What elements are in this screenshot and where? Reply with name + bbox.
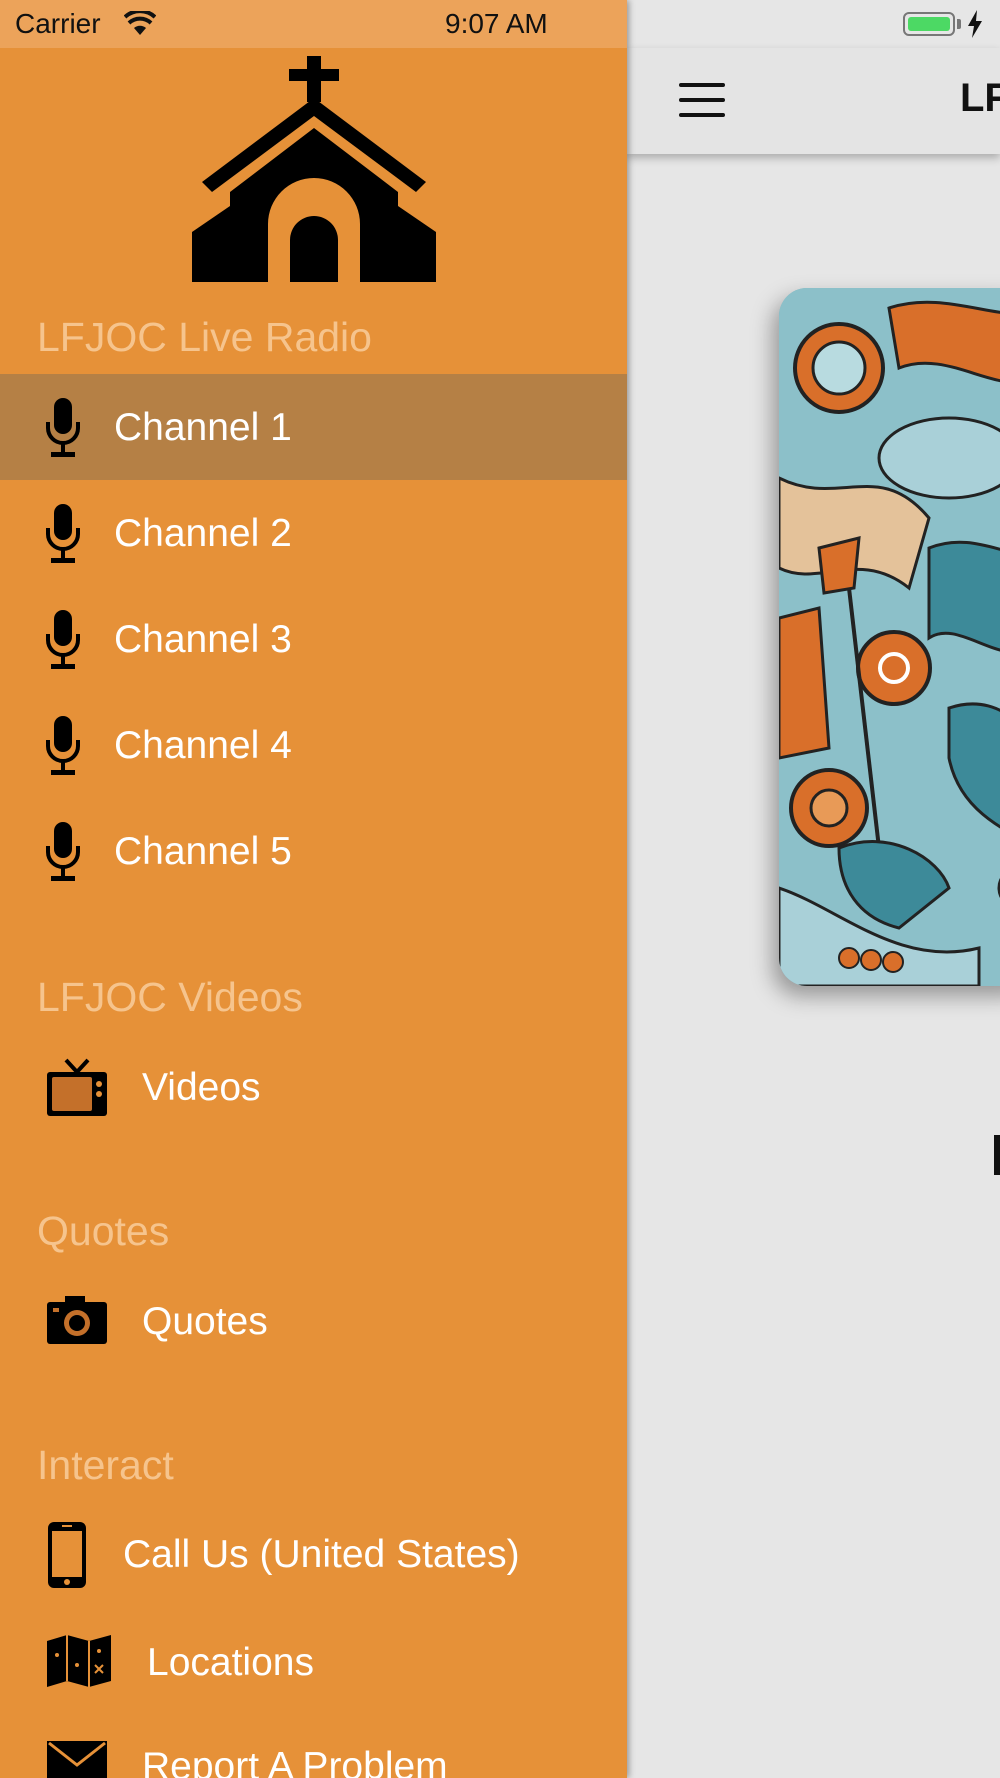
menu-item-label: Locations	[147, 1641, 314, 1684]
artwork-image	[779, 288, 1000, 986]
menu-item-label: Call Us (United States)	[123, 1533, 520, 1576]
menu-item-label: Channel 2	[114, 512, 292, 555]
section-header-videos: LFJOC Videos	[37, 974, 303, 1020]
battery-icon	[903, 12, 955, 36]
menu-item-label: Quotes	[142, 1300, 268, 1343]
menu-item-label: Channel 4	[114, 724, 292, 767]
menu-item-channel-4[interactable]: Channel 4	[0, 692, 627, 798]
menu-item-channel-3[interactable]: Channel 3	[0, 586, 627, 692]
menu-item-label: Report A Problem	[142, 1745, 448, 1778]
church-logo-icon	[192, 56, 436, 282]
tv-icon	[47, 1058, 107, 1116]
section-header-live-radio: LFJOC Live Radio	[37, 314, 372, 360]
navigation-bar: LF	[627, 48, 1000, 154]
mail-icon	[47, 1741, 107, 1778]
menu-item-channel-2[interactable]: Channel 2	[0, 480, 627, 586]
main-content: LF	[627, 0, 1000, 1778]
phone-icon	[48, 1522, 86, 1588]
microphone-icon	[46, 398, 80, 457]
menu-item-report-problem[interactable]: Report A Problem	[0, 1715, 627, 1778]
side-drawer: Carrier 9:07 AM LFJOC Live Radio Channel…	[0, 0, 627, 1778]
menu-item-locations[interactable]: Locations	[0, 1609, 627, 1715]
menu-item-videos[interactable]: Videos	[0, 1036, 627, 1142]
menu-item-quotes[interactable]: Quotes	[0, 1270, 627, 1376]
microphone-icon	[46, 610, 80, 669]
camera-icon	[47, 1296, 107, 1344]
nav-title: LF	[960, 76, 1000, 120]
battery-tip	[957, 19, 961, 29]
menu-item-channel-1[interactable]: Channel 1	[0, 374, 627, 480]
map-icon	[47, 1635, 111, 1687]
status-time: 9:07 AM	[445, 8, 548, 39]
menu-item-label: Channel 1	[114, 406, 292, 449]
microphone-icon	[46, 716, 80, 775]
carrier-label: Carrier	[15, 8, 101, 39]
menu-item-label: Channel 5	[114, 830, 292, 873]
section-header-quotes: Quotes	[37, 1208, 170, 1254]
microphone-icon	[46, 822, 80, 881]
menu-item-call-us[interactable]: Call Us (United States)	[0, 1503, 627, 1609]
microphone-icon	[46, 504, 80, 563]
main-text-fragment	[994, 1135, 1000, 1175]
main-status-bar	[627, 0, 1000, 48]
charging-bolt-icon	[968, 10, 982, 38]
wifi-icon	[124, 11, 156, 35]
menu-item-label: Channel 3	[114, 618, 292, 661]
status-bar: Carrier 9:07 AM	[0, 0, 627, 48]
hamburger-menu-icon[interactable]	[679, 83, 725, 117]
menu-item-channel-5[interactable]: Channel 5	[0, 798, 627, 904]
menu-item-label: Videos	[142, 1066, 261, 1109]
section-header-interact: Interact	[37, 1442, 174, 1488]
